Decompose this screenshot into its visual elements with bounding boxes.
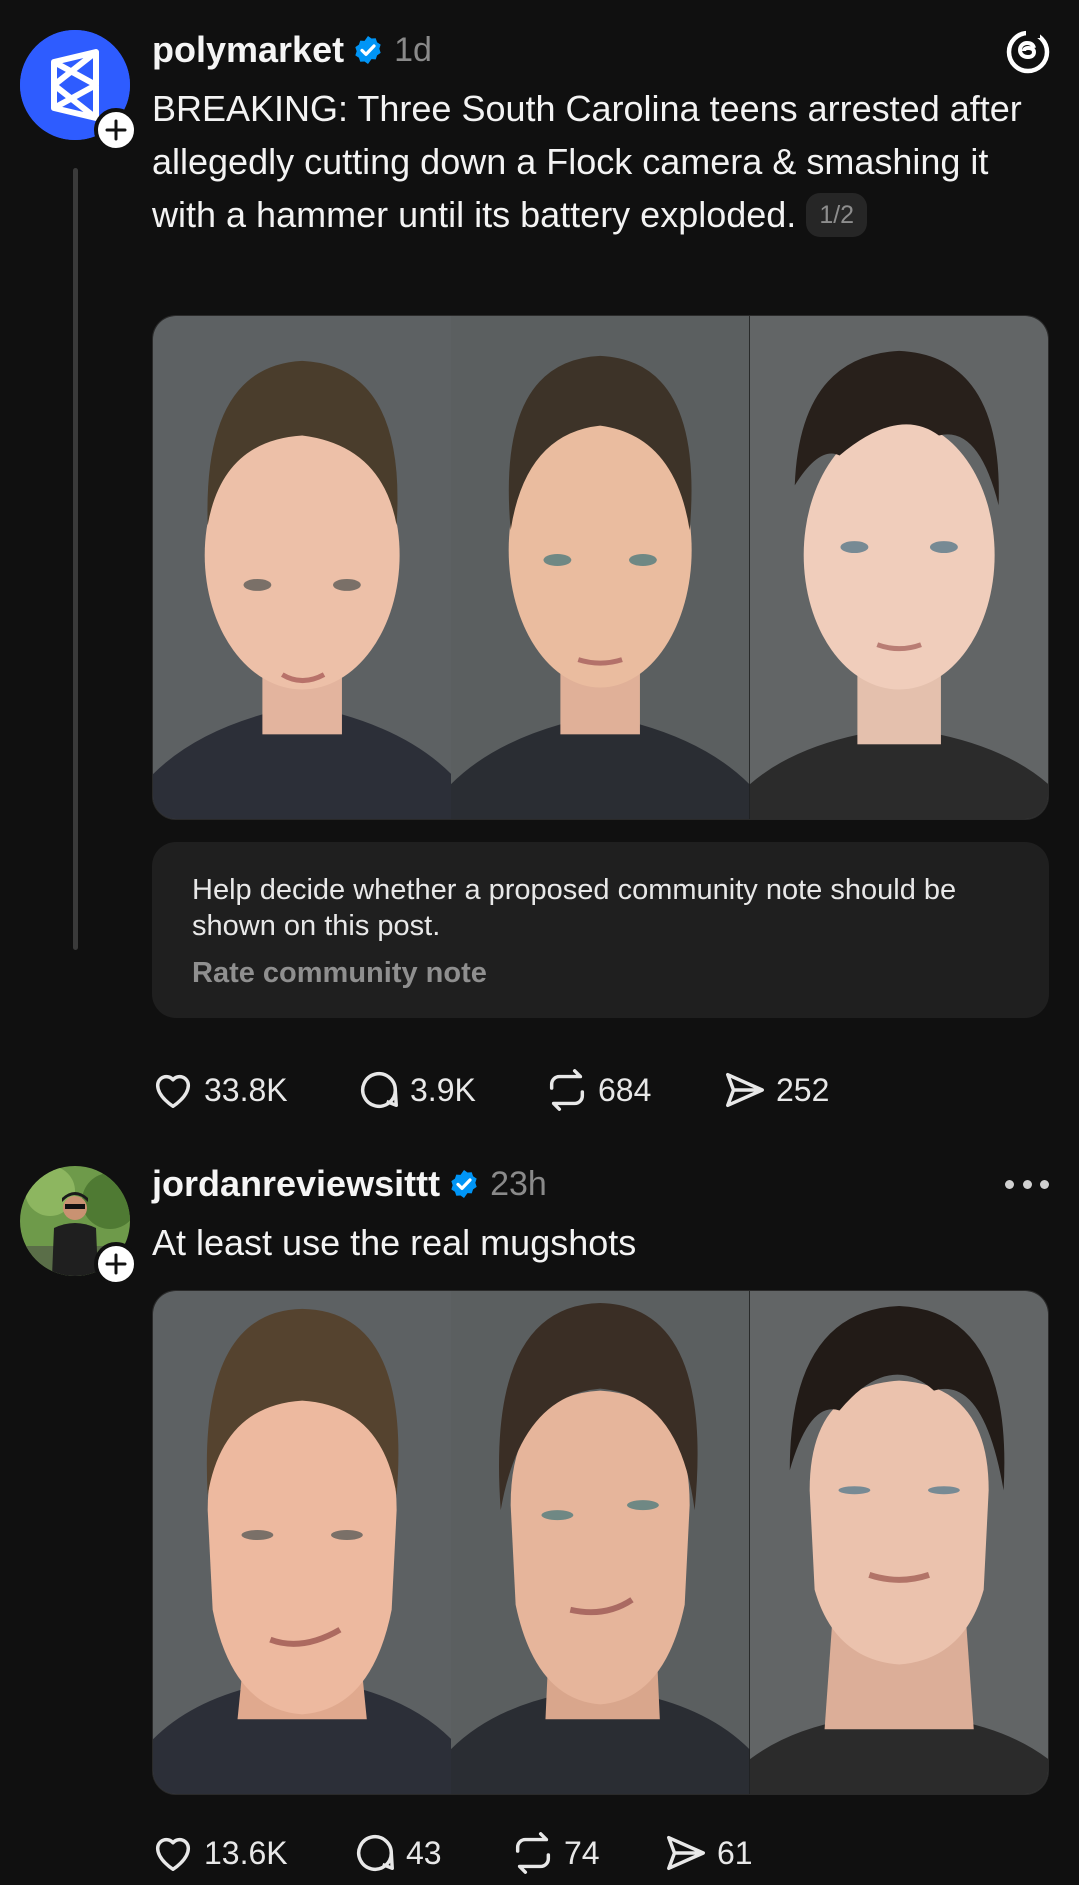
share-count: 252 bbox=[776, 1071, 830, 1108]
like-count: 33.8K bbox=[204, 1071, 288, 1108]
share-send-icon bbox=[667, 1835, 705, 1871]
post-text-content: BREAKING: Three South Carolina teens arr… bbox=[152, 88, 1022, 235]
share-count: 61 bbox=[717, 1834, 753, 1871]
post-text: At least use the real mugshots bbox=[152, 1222, 637, 1263]
post-time: 23h bbox=[490, 1164, 547, 1203]
mugshot-image-2[interactable] bbox=[451, 1291, 750, 1794]
more-options-icon[interactable] bbox=[1005, 1180, 1049, 1192]
repost-count: 684 bbox=[598, 1071, 652, 1108]
like-heart-icon bbox=[155, 1837, 191, 1872]
post-text: BREAKING: Three South Carolina teens arr… bbox=[152, 82, 1022, 241]
username[interactable]: jordanreviewsittt bbox=[152, 1163, 440, 1205]
post-polymarket: polymarket 1d BREAKING: Three South Caro… bbox=[0, 0, 1079, 1111]
mugshot-image-1[interactable] bbox=[153, 316, 452, 819]
mugshot-images[interactable] bbox=[152, 315, 1049, 820]
rate-community-note-link[interactable]: Rate community note bbox=[192, 957, 487, 990]
mugshot-images[interactable] bbox=[152, 1290, 1049, 1795]
post-actions: 33.8K 3.9K 684 252 bbox=[150, 1065, 850, 1115]
threads-logo-icon[interactable] bbox=[1004, 28, 1052, 76]
repost-button[interactable]: 684 bbox=[544, 1065, 651, 1115]
share-button[interactable]: 61 bbox=[663, 1828, 753, 1878]
reply-button[interactable]: 43 bbox=[352, 1828, 442, 1878]
repost-icon bbox=[549, 1069, 585, 1111]
pager-badge[interactable]: 1/2 bbox=[806, 193, 868, 237]
reply-count: 43 bbox=[406, 1834, 442, 1871]
verified-badge-icon bbox=[451, 1170, 477, 1198]
post-time: 1d bbox=[394, 30, 432, 69]
like-count: 13.6K bbox=[204, 1834, 288, 1871]
reply-bubble-icon bbox=[357, 1834, 394, 1871]
mugshot-image-1[interactable] bbox=[153, 1291, 452, 1794]
post-header: polymarket 1d bbox=[152, 28, 432, 72]
reply-button[interactable]: 3.9K bbox=[356, 1065, 476, 1115]
repost-button[interactable]: 74 bbox=[510, 1828, 600, 1878]
verified-badge-icon bbox=[355, 36, 381, 64]
username[interactable]: polymarket bbox=[152, 29, 344, 71]
post-header: jordanreviewsittt 23h bbox=[152, 1162, 547, 1206]
thread-line bbox=[73, 168, 78, 950]
share-send-icon bbox=[726, 1072, 764, 1108]
mugshot-image-3[interactable] bbox=[749, 1291, 1048, 1794]
follow-plus-icon[interactable] bbox=[94, 1242, 138, 1286]
repost-icon bbox=[515, 1832, 551, 1874]
reply-count: 3.9K bbox=[410, 1071, 476, 1108]
like-button[interactable]: 33.8K bbox=[150, 1065, 288, 1115]
like-button[interactable]: 13.6K bbox=[150, 1828, 288, 1878]
post-actions: 13.6K 43 74 61 bbox=[150, 1828, 850, 1878]
mugshot-image-3[interactable] bbox=[749, 316, 1048, 819]
like-heart-icon bbox=[155, 1074, 191, 1109]
share-button[interactable]: 252 bbox=[722, 1065, 829, 1115]
community-note-text: Help decide whether a proposed community… bbox=[192, 874, 957, 942]
repost-count: 74 bbox=[564, 1834, 600, 1871]
community-note-card[interactable]: Help decide whether a proposed community… bbox=[152, 842, 1049, 1018]
follow-plus-icon[interactable] bbox=[94, 108, 138, 152]
mugshot-image-2[interactable] bbox=[451, 316, 750, 819]
post-jordanreviewsittt: jordanreviewsittt 23h At least use the r… bbox=[0, 1150, 1079, 1885]
reply-bubble-icon bbox=[361, 1071, 398, 1108]
